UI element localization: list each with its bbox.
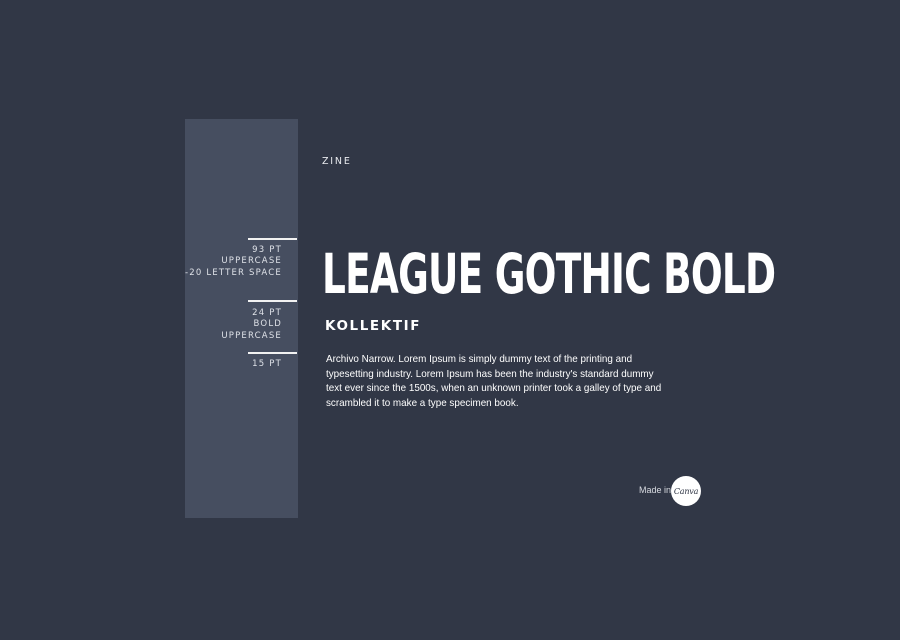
spec-subhead: 24 PT BOLD UPPERCASE: [221, 308, 282, 342]
spec-headline-size: 93 PT: [252, 245, 282, 255]
spec-body-size: 15 PT: [252, 359, 282, 369]
made-in-label: Made in: [639, 485, 672, 495]
spec-body: 15 PT: [252, 359, 282, 370]
spec-subhead-size: 24 PT: [252, 308, 282, 318]
spec-headline: 93 PT UPPERCASE -20 LETTER SPACE: [185, 245, 282, 279]
spec-subhead-case: UPPERCASE: [221, 330, 282, 341]
headline: LEAGUE GOTHIC BOLD: [322, 242, 776, 307]
spec-subhead-weight: BOLD: [253, 319, 282, 330]
canva-logo-text: Canva: [673, 486, 699, 496]
spec-divider-subhead: [248, 300, 297, 302]
subhead: KOLLEKTIF: [325, 318, 422, 334]
canva-logo-icon[interactable]: Canva: [671, 476, 701, 506]
spec-headline-case: UPPERCASE: [221, 256, 282, 267]
page: 93 PT UPPERCASE -20 LETTER SPACE 24 PT B…: [0, 0, 900, 640]
body-text: Archivo Narrow. Lorem Ipsum is simply du…: [326, 353, 662, 409]
category-label: ZINE: [322, 156, 352, 167]
spec-divider-headline: [248, 238, 297, 240]
spec-headline-spacing: -20 LETTER SPACE: [184, 267, 282, 278]
spec-divider-body: [248, 352, 297, 354]
